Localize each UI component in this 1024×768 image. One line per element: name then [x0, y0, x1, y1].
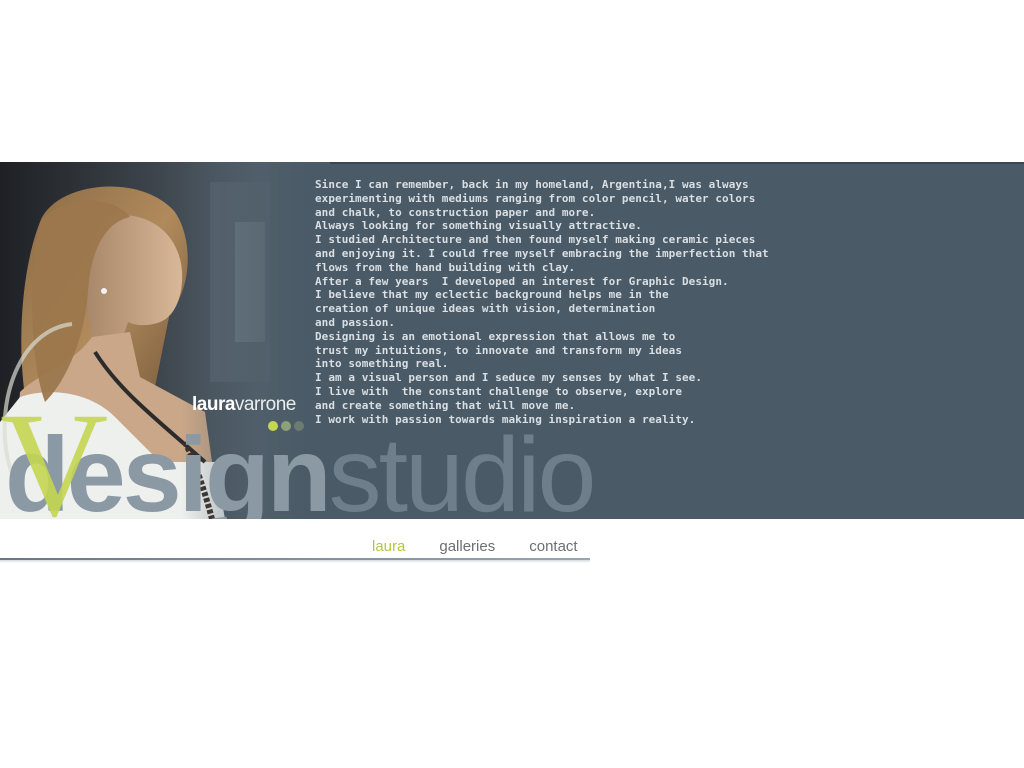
bio-line: and enjoying it. I could free myself emb…: [315, 246, 769, 260]
nav-item-galleries[interactable]: galleries: [439, 537, 495, 557]
bio-line: and create something that will move me.: [315, 398, 576, 412]
first-name: laura: [192, 394, 235, 415]
bio-line: experimenting with mediums ranging from …: [315, 191, 756, 205]
logo-letter-v: V: [0, 382, 109, 519]
decorative-dots: [268, 418, 307, 431]
bio-line: I believe that my eclectic background he…: [315, 288, 669, 302]
bio-line: into something real.: [315, 357, 449, 371]
bio-line: After a few years I developed an interes…: [315, 274, 729, 288]
bio-line: I live with the constant challenge to ob…: [315, 384, 682, 398]
decorative-dot: [281, 421, 291, 431]
bio-line: and chalk, to construction paper and mor…: [315, 205, 596, 219]
decorative-dot: [268, 421, 278, 431]
wordmark-studio: studio: [328, 416, 597, 519]
bio-text: Since I can remember, back in my homelan…: [315, 178, 769, 426]
nav-item-laura[interactable]: laura: [372, 537, 405, 557]
last-name: varrone: [234, 394, 296, 415]
bio-line: Since I can remember, back in my homelan…: [315, 178, 749, 191]
bio-line: trust my intuitions, to innovate and tra…: [315, 343, 682, 357]
bio-line: I studied Architecture and then found my…: [315, 233, 756, 247]
nav-divider-shadow: [0, 560, 590, 563]
bio-line: I am a visual person and I seduce my sen…: [315, 371, 703, 385]
main-nav: laura galleries contact: [372, 537, 612, 557]
bio-line: creation of unique ideas with vision, de…: [315, 302, 656, 316]
decorative-dot: [294, 421, 304, 431]
designer-name: lauravarrone: [192, 394, 296, 416]
bio-line: Always looking for something visually at…: [315, 219, 642, 233]
bio-line: and passion.: [315, 315, 396, 329]
bio-line: flows from the hand building with clay.: [315, 260, 576, 274]
hero-banner: designstudio V lauravarrone Since I can …: [0, 162, 1024, 519]
bio-line: Designing is an emotional expression tha…: [315, 329, 676, 343]
bio-line: I work with passion towards making inspi…: [315, 412, 696, 426]
nav-item-contact[interactable]: contact: [529, 537, 577, 557]
